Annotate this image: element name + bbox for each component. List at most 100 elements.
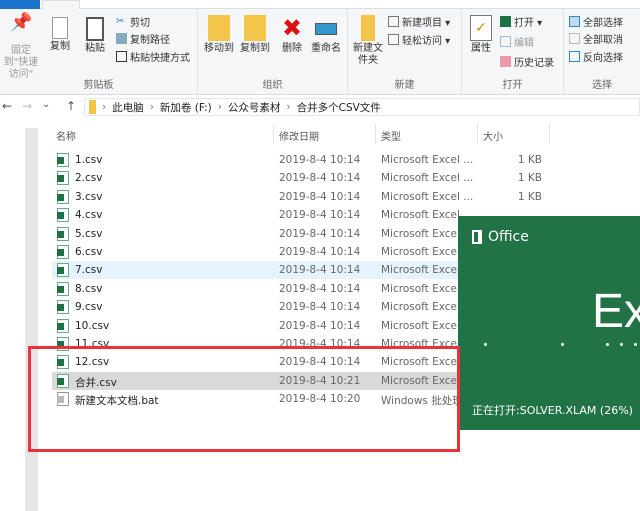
delete-x-icon: ✖ — [281, 14, 303, 42]
file-date: 2019-8-4 10:14 — [279, 227, 361, 240]
paste-shortcut-button[interactable]: 粘贴快捷方式 — [116, 49, 190, 64]
file-name: 9.csv — [75, 301, 103, 314]
select-none-button[interactable]: 全部取消 — [569, 31, 623, 46]
edit-button[interactable]: 编辑 — [500, 34, 534, 49]
back-button[interactable]: ← — [2, 99, 12, 113]
file-row[interactable]: 9.csv 2019-8-4 10:14 Microsoft Excel — [52, 298, 462, 316]
ribbon-tabs — [0, 0, 640, 9]
excel-file-icon — [57, 226, 69, 241]
office-brand: Office — [488, 229, 529, 245]
file-name: 2.csv — [75, 172, 103, 185]
copy-button[interactable]: 复制 — [46, 17, 74, 53]
file-date: 2019-8-4 10:14 — [279, 209, 361, 222]
app-name: Ex — [592, 285, 640, 338]
copy-folder-icon — [244, 15, 266, 41]
file-name: 10.csv — [75, 319, 110, 332]
rename-button[interactable]: 重命名 — [308, 15, 344, 55]
cut-button[interactable]: ✂ 剪切 — [116, 14, 150, 29]
folder-icon — [361, 15, 375, 41]
file-name: 4.csv — [75, 209, 103, 222]
file-row[interactable]: 10.csv 2019-8-4 10:14 Microsoft Excel — [52, 317, 462, 335]
column-size[interactable]: 大小 — [483, 128, 503, 143]
copy-path-button[interactable]: 复制路径 — [116, 31, 170, 46]
open-button[interactable]: 打开 ▾ — [500, 14, 542, 29]
file-type: Microsoft Excel ... — [381, 154, 474, 166]
new-folder-button[interactable]: 新建文件夹 — [352, 15, 384, 67]
pin-icon: 📌 — [10, 12, 33, 33]
easy-access-button[interactable]: 轻松访问 ▾ — [388, 32, 450, 47]
office-logo-icon — [472, 230, 482, 244]
excel-file-icon — [57, 189, 69, 204]
excel-file-icon — [57, 153, 69, 167]
file-name: 1.csv — [75, 154, 103, 166]
excel-file-icon — [57, 281, 69, 296]
forward-button[interactable]: → — [22, 99, 32, 113]
ribbon: 📌 固定到"快速访问" 复制 粘贴 ✂ 剪切 复制路径 粘贴快捷方式 剪贴板 移动到… — [0, 9, 640, 95]
up-button[interactable]: ↑ — [66, 99, 76, 113]
file-date: 2019-8-4 10:14 — [279, 301, 361, 314]
column-name[interactable]: 名称 — [56, 128, 76, 143]
select-all-button[interactable]: 全部选择 — [569, 14, 623, 29]
file-date: 2019-8-4 10:14 — [279, 172, 361, 185]
pin-quick-access-button[interactable]: 📌 固定到"快速访问" — [0, 12, 42, 81]
address-bar: ← → ⌄ ↑ › 此电脑 › 新加卷 (F:) › 公众号素材 › 合并多个CSV文件 — [0, 96, 640, 118]
column-headers: 名称 修改日期 类型 大小 — [40, 124, 640, 144]
delete-button[interactable]: ✖ 删除 — [278, 15, 306, 55]
crumb-folder[interactable]: 公众号素材 — [228, 100, 281, 115]
crumb-drive[interactable]: 新加卷 (F:) — [160, 100, 212, 115]
excel-file-icon — [57, 300, 69, 315]
file-row[interactable]: 2.csv 2019-8-4 10:14 Microsoft Excel ...… — [52, 169, 542, 187]
file-row[interactable]: 7.csv 2019-8-4 10:14 Microsoft Excel — [52, 261, 462, 280]
group-clipboard: 📌 固定到"快速访问" 复制 粘贴 ✂ 剪切 复制路径 粘贴快捷方式 剪贴板 — [0, 9, 198, 95]
group-organize: 移动到 复制到 ✖ 删除 重命名 组织 — [198, 9, 348, 95]
tab-file[interactable] — [0, 0, 40, 9]
paste-button[interactable]: 粘贴 — [80, 17, 110, 55]
file-date: 2019-8-4 10:14 — [279, 282, 361, 295]
copy-icon — [52, 17, 68, 39]
file-row[interactable]: 1.csv 2019-8-4 10:14 Microsoft Excel ...… — [52, 151, 542, 169]
file-date: 2019-8-4 10:14 — [279, 319, 361, 332]
file-row[interactable]: 6.csv 2019-8-4 10:14 Microsoft Excel — [52, 243, 462, 261]
file-type: Microsoft Excel — [381, 301, 460, 314]
new-item-button[interactable]: 新建项目 ▾ — [388, 14, 450, 29]
file-date: 2019-8-4 10:14 — [279, 154, 361, 166]
new-item-icon — [388, 16, 399, 27]
group-select: 全部选择 全部取消 反向选择 选择 — [564, 9, 640, 95]
file-type: Microsoft Excel — [381, 227, 460, 240]
scissors-icon: ✂ — [116, 16, 125, 27]
file-date: 2019-8-4 10:14 — [279, 264, 361, 277]
invert-selection-button[interactable]: 反向选择 — [569, 49, 623, 64]
tab-home[interactable] — [42, 0, 80, 9]
file-row[interactable]: 8.csv 2019-8-4 10:14 Microsoft Excel — [52, 280, 462, 298]
file-name: 3.csv — [75, 190, 103, 203]
highlight-box — [28, 346, 460, 452]
file-type: Microsoft Excel — [381, 319, 460, 332]
properties-button[interactable]: ✓ 属性 — [466, 15, 496, 55]
file-row[interactable]: 4.csv 2019-8-4 10:14 Microsoft Excel — [52, 206, 462, 224]
move-folder-icon — [208, 15, 230, 41]
breadcrumb[interactable]: › 此电脑 › 新加卷 (F:) › 公众号素材 › 合并多个CSV文件 — [84, 98, 640, 116]
file-row[interactable]: 5.csv 2019-8-4 10:14 Microsoft Excel — [52, 225, 462, 243]
history-icon — [500, 56, 511, 67]
column-type[interactable]: 类型 — [381, 128, 401, 143]
excel-file-icon — [57, 318, 69, 333]
file-date: 2019-8-4 10:14 — [279, 190, 361, 203]
crumb-this-pc[interactable]: 此电脑 — [112, 100, 144, 115]
file-row[interactable]: 3.csv 2019-8-4 10:14 Microsoft Excel ...… — [52, 188, 542, 206]
file-name: 8.csv — [75, 282, 103, 295]
excel-file-icon — [57, 245, 69, 259]
properties-check-icon: ✓ — [470, 15, 492, 41]
recent-locations-button[interactable]: ⌄ — [42, 99, 50, 110]
history-button[interactable]: 历史记录 — [500, 54, 554, 69]
column-date[interactable]: 修改日期 — [279, 128, 319, 143]
edit-icon — [500, 36, 511, 47]
move-to-button[interactable]: 移动到 — [202, 15, 236, 55]
file-type: Microsoft Excel — [381, 246, 460, 258]
copy-to-button[interactable]: 复制到 — [238, 15, 272, 55]
file-type: Microsoft Excel — [381, 264, 460, 277]
file-name: 5.csv — [75, 227, 103, 240]
file-size: 1 KB — [517, 172, 542, 185]
nav-scrollbar[interactable] — [25, 128, 38, 511]
crumb-current[interactable]: 合并多个CSV文件 — [297, 100, 381, 115]
file-size: 1 KB — [517, 154, 542, 166]
